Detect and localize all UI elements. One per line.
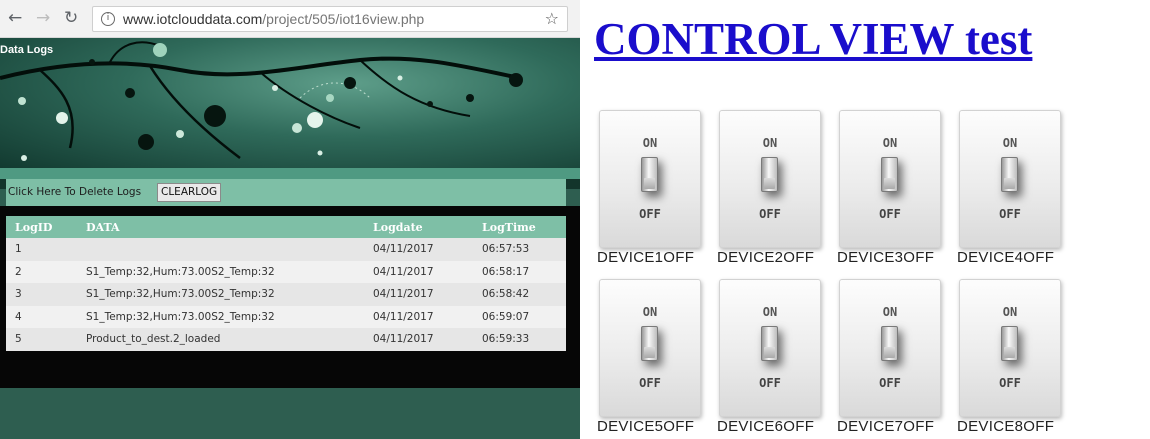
toggle-lever-icon — [761, 157, 778, 192]
device-3-status: DEVICE3OFF — [837, 249, 935, 266]
cell-data — [77, 238, 364, 261]
device-1-status: DEVICE1OFF — [597, 249, 695, 266]
url-path: /project/505/iot16view.php — [262, 11, 425, 27]
switch-on-label: ON — [762, 136, 778, 150]
cell-logid: 4 — [6, 305, 77, 328]
table-row: 5 Product_to_dest.2_loaded 04/11/2017 06… — [6, 328, 566, 351]
toggle-lever-icon — [1001, 157, 1018, 192]
cell-logdate: 04/11/2017 — [364, 305, 473, 328]
switch-on-label: ON — [1002, 305, 1018, 319]
cell-logtime: 06:59:07 — [473, 305, 566, 328]
forward-arrow-icon[interactable]: → — [36, 9, 50, 27]
device-3-switch[interactable]: ON OFF — [839, 110, 941, 248]
clearlog-button[interactable]: CLEARLOG — [157, 183, 222, 202]
device-2-status: DEVICE2OFF — [717, 249, 815, 266]
switch-on-label: ON — [882, 136, 898, 150]
switch-off-label: OFF — [999, 207, 1021, 221]
cell-logdate: 04/11/2017 — [364, 260, 473, 283]
cell-data: S1_Temp:32,Hum:73.00S2_Temp:32 — [77, 305, 364, 328]
control-view-title-link[interactable]: CONTROL VIEW test — [594, 13, 1032, 65]
device-5-switch[interactable]: ON OFF — [599, 279, 701, 417]
cell-logtime: 06:57:53 — [473, 238, 566, 261]
url-text[interactable]: www.iotclouddata.com/project/505/iot16vi… — [123, 11, 424, 27]
device-6: ON OFF DEVICE6OFF — [717, 279, 837, 439]
clear-logs-panel: Click Here To Delete Logs CLEARLOG — [6, 179, 566, 206]
clear-logs-label: Click Here To Delete Logs — [8, 186, 142, 198]
switch-off-label: OFF — [759, 376, 781, 390]
cell-logtime: 06:58:42 — [473, 283, 566, 306]
divider-bar — [0, 168, 580, 179]
star-icon[interactable]: ☆ — [545, 9, 559, 28]
device-4-switch[interactable]: ON OFF — [959, 110, 1061, 248]
device-1: ON OFF DEVICE1OFF — [597, 110, 717, 276]
cell-logtime: 06:58:17 — [473, 260, 566, 283]
url-host: www.iotclouddata.com — [123, 11, 263, 27]
column-header-data: DATA — [77, 216, 364, 238]
device-6-switch[interactable]: ON OFF — [719, 279, 821, 417]
table-row: 4 S1_Temp:32,Hum:73.00S2_Temp:32 04/11/2… — [6, 305, 566, 328]
back-arrow-icon[interactable]: ← — [8, 9, 22, 27]
device-8-status: DEVICE8OFF — [957, 418, 1055, 435]
info-icon[interactable]: i — [101, 12, 115, 26]
address-bar[interactable]: i www.iotclouddata.com/project/505/iot16… — [92, 6, 568, 32]
cell-logid: 5 — [6, 328, 77, 351]
device-5: ON OFF DEVICE5OFF — [597, 279, 717, 439]
device-8-switch[interactable]: ON OFF — [959, 279, 1061, 417]
toggle-lever-icon — [881, 326, 898, 361]
device-6-status: DEVICE6OFF — [717, 418, 815, 435]
toggle-lever-icon — [641, 326, 658, 361]
switch-off-label: OFF — [879, 376, 901, 390]
switch-on-label: ON — [1002, 136, 1018, 150]
cell-data: Product_to_dest.2_loaded — [77, 328, 364, 351]
device-8: ON OFF DEVICE8OFF — [957, 279, 1077, 439]
device-2: ON OFF DEVICE2OFF — [717, 110, 837, 276]
switch-off-label: OFF — [999, 376, 1021, 390]
table-header-row: LogID DATA Logdate LogTime — [6, 216, 566, 238]
table-row: 3 S1_Temp:32,Hum:73.00S2_Temp:32 04/11/2… — [6, 283, 566, 306]
toggle-lever-icon — [761, 326, 778, 361]
switch-off-label: OFF — [879, 207, 901, 221]
cell-logdate: 04/11/2017 — [364, 328, 473, 351]
device-3: ON OFF DEVICE3OFF — [837, 110, 957, 276]
switch-on-label: ON — [642, 136, 658, 150]
switch-off-label: OFF — [639, 376, 661, 390]
data-logs-page: Data Logs Click Here To Delete Logs CLEA… — [0, 38, 580, 439]
cell-logid: 1 — [6, 238, 77, 261]
header-banner: Data Logs — [0, 38, 580, 168]
device-7: ON OFF DEVICE7OFF — [837, 279, 957, 439]
device-5-status: DEVICE5OFF — [597, 418, 695, 435]
banner-title: Data Logs — [0, 44, 54, 56]
switch-on-label: ON — [642, 305, 658, 319]
toggle-lever-icon — [641, 157, 658, 192]
device-1-switch[interactable]: ON OFF — [599, 110, 701, 248]
toggle-lever-icon — [881, 157, 898, 192]
table-row: 1 04/11/2017 06:57:53 — [6, 238, 566, 261]
cell-logdate: 04/11/2017 — [364, 283, 473, 306]
switch-off-label: OFF — [759, 207, 781, 221]
vine-illustration — [0, 41, 523, 161]
cell-data: S1_Temp:32,Hum:73.00S2_Temp:32 — [77, 283, 364, 306]
device-2-switch[interactable]: ON OFF — [719, 110, 821, 248]
device-4: ON OFF DEVICE4OFF — [957, 110, 1077, 276]
switch-on-label: ON — [762, 305, 778, 319]
device-7-switch[interactable]: ON OFF — [839, 279, 941, 417]
toggle-lever-icon — [1001, 326, 1018, 361]
cell-logid: 3 — [6, 283, 77, 306]
cell-data: S1_Temp:32,Hum:73.00S2_Temp:32 — [77, 260, 364, 283]
switch-off-label: OFF — [639, 207, 661, 221]
logs-table: LogID DATA Logdate LogTime 1 04/11/2017 … — [6, 216, 566, 351]
switch-on-label: ON — [882, 305, 898, 319]
reload-icon[interactable]: ↻ — [64, 9, 78, 27]
cell-logtime: 06:59:33 — [473, 328, 566, 351]
column-header-logdate: Logdate — [364, 216, 473, 238]
table-row: 2 S1_Temp:32,Hum:73.00S2_Temp:32 04/11/2… — [6, 260, 566, 283]
browser-toolbar: ← → ↻ i www.iotclouddata.com/project/505… — [0, 0, 580, 38]
cell-logdate: 04/11/2017 — [364, 238, 473, 261]
device-4-status: DEVICE4OFF — [957, 249, 1055, 266]
device-7-status: DEVICE7OFF — [837, 418, 935, 435]
column-header-logid: LogID — [6, 216, 77, 238]
cell-logid: 2 — [6, 260, 77, 283]
column-header-logtime: LogTime — [473, 216, 566, 238]
